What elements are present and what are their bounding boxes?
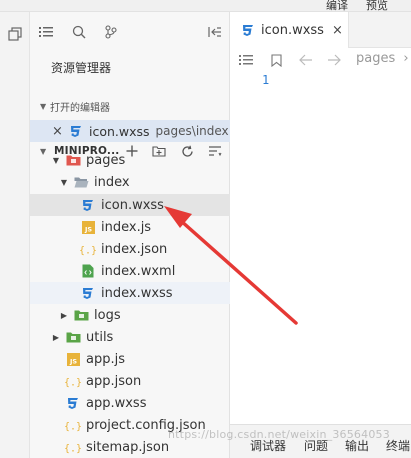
tree-item-label: app.json [86,373,142,389]
tree-item-app-wxss[interactable]: app.wxss [30,392,230,414]
svg-text:JS: JS [83,225,91,233]
sidebar-toolbar [30,22,230,42]
list-icon[interactable] [36,22,56,42]
tree-item-label: sitemap.json [86,439,170,455]
bookmark-icon[interactable] [266,50,286,70]
tree-item-label: index [94,174,130,190]
folder-icon [65,152,81,168]
tab-label: icon.wxss [261,22,324,38]
chevron-right-icon: ▶ [60,310,68,320]
js-file-icon: JS [65,351,81,367]
wxss-file-icon [68,123,84,139]
tree-item-app-json[interactable]: {.} app.json [30,370,230,392]
chevron-down-icon: ▼ [60,177,68,187]
open-editors-label: 打开的编辑器 [50,102,110,114]
wxss-file-icon [80,285,96,301]
forward-arrow-icon[interactable] [324,50,344,70]
back-arrow-icon[interactable] [296,50,316,70]
wxml-file-icon [80,263,96,279]
tree-item-index-wxss[interactable]: index.wxss [30,282,230,304]
collapse-panel-icon[interactable] [205,22,225,42]
caret-down-icon: ▼ [40,101,47,111]
tree-item-index-wxml[interactable]: index.wxml [30,260,230,282]
activity-bar [0,12,30,458]
svg-text:{.}: {.} [80,245,96,256]
tree-item-index-js[interactable]: JS index.js [30,216,230,238]
folder-icon [73,307,89,323]
tree-item-label: utils [86,329,114,345]
folder-open-icon [73,174,89,190]
tab-icon-wxss[interactable]: icon.wxss × [230,12,349,48]
tree-item-label: logs [94,307,121,323]
tree-item-label: app.js [86,351,125,367]
json-file-icon: {.} [80,241,96,257]
line-number: 1 [262,73,270,87]
copy-icon[interactable] [5,24,25,44]
explorer-title: 资源管理器 [51,61,112,75]
tree-item-label: index.js [101,219,152,235]
tree-item-index-json[interactable]: {.} index.json [30,238,230,260]
explorer-sidebar: 资源管理器 ▼ 打开的编辑器 × icon.wxss pages\index ▼… [30,12,230,458]
chevron-down-icon: ▼ [52,155,60,165]
chevron-right-icon: ▶ [52,332,60,342]
top-menu-bar: 编译 预览 [0,0,411,12]
tree-item-label: pages [86,152,126,168]
tree-item-label: index.wxss [101,285,173,301]
tree-item-label: icon.wxss [101,197,164,213]
json-file-icon: {.} [65,373,81,389]
svg-text:{.}: {.} [65,443,81,454]
tree-item-pages[interactable]: ▼ pages [30,149,230,171]
tree-item-label: index.wxml [101,263,176,279]
branch-icon[interactable] [101,22,121,42]
editor-area: icon.wxss × pages › 1 调试器 问题 输出 终端 [230,12,411,458]
editor-tab-bar: icon.wxss × [230,12,411,48]
tree-item-label: app.wxss [86,395,147,411]
folder-icon [65,329,81,345]
tree-item-logs[interactable]: ▶ logs [30,304,230,326]
close-icon[interactable]: × [52,124,64,139]
open-editor-filename: icon.wxss [89,123,150,139]
tree-item-index-folder[interactable]: ▼ index [30,171,230,193]
tree-item-icon-wxss[interactable]: icon.wxss [30,194,230,216]
breadcrumb[interactable]: pages › [356,51,409,66]
close-icon[interactable]: × [332,23,343,38]
js-file-icon: JS [80,219,96,235]
open-editor-path: pages\index [155,124,229,138]
tree-item-app-js[interactable]: JS app.js [30,348,230,370]
search-icon[interactable] [69,22,89,42]
tree-item-utils[interactable]: ▶ utils [30,326,230,348]
wxss-file-icon [240,22,256,38]
open-editor-item[interactable]: × icon.wxss pages\index [30,120,230,142]
svg-text:{.}: {.} [65,377,81,388]
json-file-icon: {.} [65,439,81,455]
svg-text:{.}: {.} [65,421,81,432]
json-file-icon: {.} [65,417,81,433]
tree-item-label: index.json [101,241,168,257]
wxss-file-icon [80,197,96,213]
wxss-file-icon [65,395,81,411]
watermark: https://blog.csdn.net/weixin_36564053 [168,428,390,441]
breadcrumb-pages[interactable]: pages [356,51,395,66]
list-icon[interactable] [236,50,256,70]
editor-breadcrumb-bar: pages › [230,48,411,72]
breadcrumb-separator: › [403,51,409,66]
svg-text:JS: JS [68,357,76,365]
open-editors-header[interactable]: ▼ 打开的编辑器 [30,96,230,116]
